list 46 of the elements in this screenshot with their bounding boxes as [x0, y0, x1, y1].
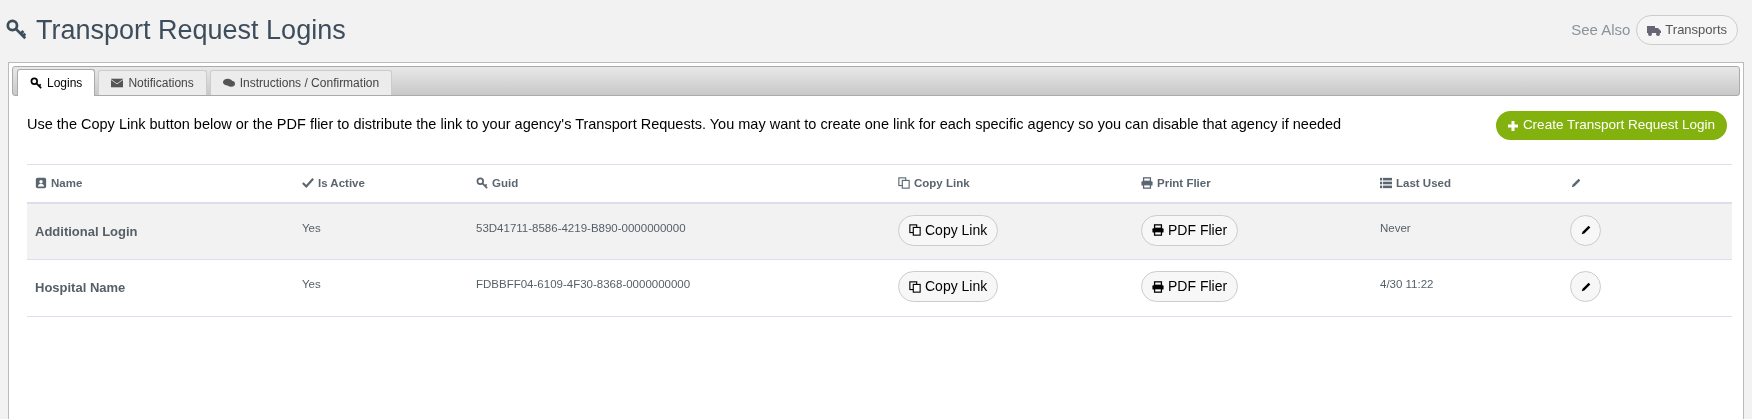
printer-icon — [1152, 280, 1164, 293]
table-row[interactable]: Additional Login Yes 53D41711-8586-4219-B890-0000000000 Copy Link PDF Flier Never — [27, 202, 1732, 260]
column-header: Print Flier — [1157, 175, 1211, 191]
table-cell: 4/30 11:22 — [1380, 278, 1434, 290]
table-cell: FDBBFF04-6109-4F30-8368-0000000000 — [476, 278, 691, 290]
column-header: Copy Link — [914, 175, 970, 191]
list-icon — [1380, 177, 1392, 190]
copy-link-button[interactable]: Copy Link — [898, 214, 999, 246]
pencil-icon — [1570, 177, 1582, 190]
column-header: Is Active — [318, 175, 365, 191]
tab[interactable]: Notifications — [98, 70, 207, 95]
transports-button[interactable]: Transports — [1636, 15, 1738, 45]
copy-icon — [909, 280, 921, 293]
column-header: Guid — [492, 175, 519, 191]
copy-icon — [898, 177, 910, 190]
table-cell: 53D41711-8586-4219-B890-0000000000 — [476, 221, 686, 234]
pencil-icon — [1579, 224, 1592, 236]
tab[interactable]: Logins — [17, 69, 96, 96]
table-cell: Yes — [302, 221, 321, 234]
table-cell: Never — [1380, 221, 1411, 234]
column-header: Name — [51, 175, 83, 191]
pdf-flier-button[interactable]: PDF Flier — [1141, 271, 1239, 302]
key-icon — [476, 177, 488, 190]
printer-icon — [1152, 224, 1164, 236]
edit-button[interactable] — [1570, 271, 1601, 302]
table-cell: Yes — [302, 278, 321, 290]
envelope-icon — [111, 77, 124, 89]
pdf-flier-button[interactable]: PDF Flier — [1141, 214, 1239, 246]
key-icon — [30, 77, 42, 89]
contact-card-icon — [35, 177, 47, 190]
check-icon — [302, 177, 314, 190]
key-icon — [6, 19, 28, 41]
see-also-label: See Also — [1571, 19, 1631, 40]
page-title: Transport Request Logins — [36, 13, 346, 47]
table-cell: Additional Login — [35, 223, 138, 239]
description-text: Use the Copy Link button below or the PDF flier to distribute the link to your agency's Transport Requests. You may want to create one link for each specific agency so you can disable that agency if needed — [27, 115, 1343, 134]
printer-icon — [1141, 177, 1153, 190]
truck-icon — [1647, 24, 1662, 36]
column-header: Last Used — [1396, 175, 1451, 191]
pencil-icon — [1579, 280, 1592, 293]
copy-icon — [909, 224, 921, 236]
tab[interactable]: Instructions / Confirmation — [209, 70, 393, 95]
plus-icon — [1507, 120, 1518, 131]
table-cell: Hospital Name — [35, 280, 126, 295]
edit-button[interactable] — [1570, 214, 1601, 246]
copy-link-button[interactable]: Copy Link — [898, 271, 999, 302]
